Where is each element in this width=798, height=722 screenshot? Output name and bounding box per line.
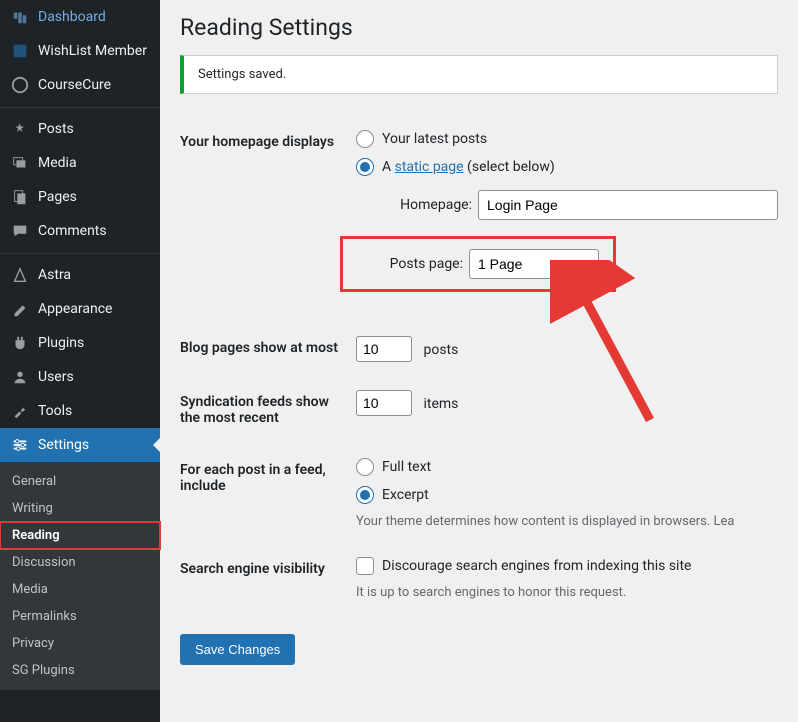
submenu-sg-plugins[interactable]: SG Plugins	[0, 657, 160, 684]
sidebar-item-label: Posts	[38, 121, 74, 137]
syndication-unit: items	[423, 396, 458, 412]
search-visibility-label: Search engine visibility	[180, 543, 356, 614]
comments-icon	[10, 221, 30, 241]
homepage-select-row: Homepage: Login Page	[376, 190, 778, 220]
coursecure-icon	[10, 75, 30, 95]
sidebar-item-label: Users	[38, 369, 74, 385]
radio-full-text[interactable]	[356, 458, 374, 476]
sidebar-item-comments[interactable]: Comments	[0, 214, 160, 248]
radio-excerpt-label[interactable]: Excerpt	[382, 487, 429, 503]
submenu-permalinks[interactable]: Permalinks	[0, 603, 160, 630]
submenu-reading[interactable]: Reading	[0, 522, 160, 549]
pin-icon	[10, 119, 30, 139]
radio-static-page[interactable]	[356, 158, 374, 176]
discourage-search-label[interactable]: Discourage search engines from indexing …	[382, 558, 691, 574]
settings-saved-notice: Settings saved.	[180, 55, 778, 94]
search-hint: It is up to search engines to honor this…	[356, 585, 778, 600]
plugins-icon	[10, 333, 30, 353]
main-content: Reading Settings Settings saved. Your ho…	[160, 0, 798, 722]
radio-latest-posts[interactable]	[356, 130, 374, 148]
discourage-search-checkbox[interactable]	[356, 557, 374, 575]
search-checkbox-row: Discourage search engines from indexing …	[356, 557, 778, 575]
admin-sidebar: Dashboard WishList Member CourseCure Pos…	[0, 0, 160, 722]
pages-icon	[10, 187, 30, 207]
tools-icon	[10, 401, 30, 421]
sidebar-item-label: Astra	[38, 267, 71, 283]
posts-page-select-row: Posts page: 1 Page	[340, 236, 616, 292]
settings-form: Your homepage displays Your latest posts…	[180, 116, 778, 614]
homepage-select-label: Homepage:	[376, 197, 472, 213]
sidebar-item-label: Comments	[38, 223, 107, 239]
syndication-input[interactable]	[356, 390, 412, 416]
radio-excerpt-row: Excerpt	[356, 486, 778, 504]
sidebar-item-pages[interactable]: Pages	[0, 180, 160, 214]
sidebar-item-posts[interactable]: Posts	[0, 112, 160, 146]
sidebar-item-settings[interactable]: Settings	[0, 428, 160, 462]
sidebar-item-label: Media	[38, 155, 77, 171]
radio-full-text-label[interactable]: Full text	[382, 459, 431, 475]
sidebar-item-astra[interactable]: Astra	[0, 258, 160, 292]
blog-pages-label: Blog pages show at most	[180, 322, 356, 376]
appearance-icon	[10, 299, 30, 319]
astra-icon	[10, 265, 30, 285]
notice-text: Settings saved.	[198, 67, 286, 82]
posts-page-select[interactable]: 1 Page	[469, 249, 599, 279]
radio-excerpt[interactable]	[356, 486, 374, 504]
submenu-writing[interactable]: Writing	[0, 495, 160, 522]
sidebar-item-media[interactable]: Media	[0, 146, 160, 180]
sidebar-content-group: Posts Media Pages Comments	[0, 112, 160, 248]
sidebar-item-plugins[interactable]: Plugins	[0, 326, 160, 360]
sidebar-item-wishlist[interactable]: WishList Member	[0, 34, 160, 68]
sidebar-item-label: WishList Member	[38, 43, 147, 59]
sidebar-item-appearance[interactable]: Appearance	[0, 292, 160, 326]
sidebar-item-dashboard[interactable]: Dashboard	[0, 0, 160, 34]
submenu-privacy[interactable]: Privacy	[0, 630, 160, 657]
sidebar-site-group: Astra Appearance Plugins Users Tools Set…	[0, 258, 160, 690]
sidebar-item-label: Dashboard	[38, 9, 106, 25]
sidebar-item-label: CourseCure	[38, 77, 111, 93]
page-selects: Homepage: Login Page Posts page: 1 Page	[376, 190, 778, 292]
blog-pages-unit: posts	[423, 342, 458, 358]
sidebar-item-label: Plugins	[38, 335, 84, 351]
users-icon	[10, 367, 30, 387]
sidebar-item-label: Pages	[38, 189, 77, 205]
radio-latest-posts-label[interactable]: Your latest posts	[382, 131, 487, 147]
feed-hint: Your theme determines how content is dis…	[356, 514, 778, 529]
media-icon	[10, 153, 30, 173]
wishlist-icon	[10, 41, 30, 61]
submenu-general[interactable]: General	[0, 468, 160, 495]
settings-icon	[10, 435, 30, 455]
submenu-media[interactable]: Media	[0, 576, 160, 603]
homepage-displays-label: Your homepage displays	[180, 116, 356, 322]
submenu-discussion[interactable]: Discussion	[0, 549, 160, 576]
sidebar-item-label: Appearance	[38, 301, 112, 317]
sidebar-item-coursecure[interactable]: CourseCure	[0, 68, 160, 102]
sidebar-item-tools[interactable]: Tools	[0, 394, 160, 428]
sidebar-item-label: Settings	[38, 437, 89, 453]
static-page-link[interactable]: static page	[395, 159, 464, 175]
feed-content-label: For each post in a feed, include	[180, 444, 356, 543]
homepage-select[interactable]: Login Page	[478, 190, 778, 220]
save-changes-button[interactable]: Save Changes	[180, 634, 295, 665]
blog-pages-input[interactable]	[356, 336, 412, 362]
page-title: Reading Settings	[180, 14, 778, 41]
radio-static-page-label[interactable]: A static page (select below)	[382, 159, 555, 175]
radio-latest-posts-row: Your latest posts	[356, 130, 778, 148]
radio-full-text-row: Full text	[356, 458, 778, 476]
sidebar-item-users[interactable]: Users	[0, 360, 160, 394]
sidebar-item-label: Tools	[38, 403, 72, 419]
settings-submenu: General Writing Reading Discussion Media…	[0, 462, 160, 690]
sidebar-top: Dashboard WishList Member CourseCure	[0, 0, 160, 102]
posts-page-select-label: Posts page:	[343, 256, 463, 272]
syndication-label: Syndication feeds show the most recent	[180, 376, 356, 444]
dashboard-icon	[10, 7, 30, 27]
radio-static-page-row: A static page (select below)	[356, 158, 778, 176]
